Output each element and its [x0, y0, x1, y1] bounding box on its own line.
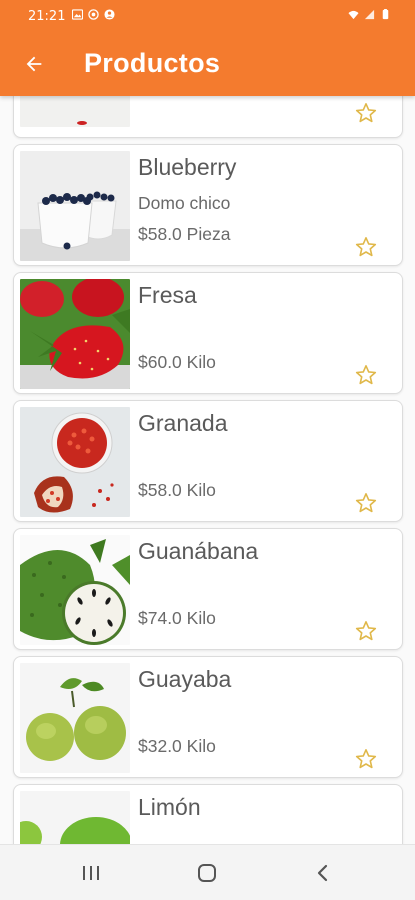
product-name: Limón [138, 794, 201, 820]
signal-icon [364, 9, 375, 20]
recents-icon [83, 866, 99, 880]
back-button[interactable] [14, 44, 54, 84]
account-notification-icon [104, 9, 115, 20]
system-navigation-bar [0, 844, 415, 900]
star-outline-icon[interactable] [354, 619, 378, 643]
product-name: Blueberry [138, 154, 237, 180]
strawberry-image [20, 279, 130, 389]
chevron-left-icon [317, 864, 328, 882]
product-price: $60.0 Kilo [138, 352, 216, 372]
product-card-partial[interactable] [13, 96, 403, 138]
product-card[interactable]: Fresa $60.0 Kilo [13, 272, 403, 394]
product-price: $58.0 Kilo [138, 480, 216, 500]
toolbar: Productos [0, 32, 415, 96]
guava-image [20, 663, 130, 773]
product-list[interactable]: Blueberry Domo chico $58.0 Pieza Fresa $… [0, 96, 415, 844]
wifi-icon [348, 10, 359, 20]
app-bar: 21:21 Productos [0, 0, 415, 96]
product-name: Fresa [138, 282, 197, 308]
product-price: $74.0 Kilo [138, 608, 216, 628]
product-name: Guanábana [138, 538, 259, 564]
notification-icons [72, 9, 115, 20]
product-card[interactable]: Limón [13, 784, 403, 844]
recents-button[interactable] [67, 857, 115, 889]
star-outline-icon[interactable] [354, 747, 378, 771]
image-notification-icon [72, 9, 83, 20]
home-button[interactable] [183, 857, 231, 889]
star-outline-icon[interactable] [354, 101, 378, 125]
home-icon [198, 864, 216, 882]
product-card[interactable]: Guanábana $74.0 Kilo [13, 528, 403, 650]
status-time: 21:21 [28, 9, 66, 24]
product-price: $58.0 Pieza [138, 224, 231, 244]
product-name: Guayaba [138, 666, 232, 692]
star-outline-icon[interactable] [354, 491, 378, 515]
product-card[interactable]: Guayaba $32.0 Kilo [13, 656, 403, 778]
star-outline-icon[interactable] [354, 363, 378, 387]
pomegranate-image [20, 407, 130, 517]
product-description: Domo chico [138, 193, 231, 213]
star-outline-icon[interactable] [354, 235, 378, 259]
product-name: Granada [138, 410, 228, 436]
product-price: $32.0 Kilo [138, 736, 216, 756]
system-status-icons [348, 9, 391, 20]
product-card[interactable]: Granada $58.0 Kilo [13, 400, 403, 522]
status-bar: 21:21 [0, 0, 415, 32]
soursop-image [20, 535, 130, 645]
battery-icon [382, 9, 389, 20]
app-notification-icon [88, 9, 99, 20]
nav-back-button[interactable] [299, 857, 347, 889]
page-title: Productos [84, 48, 221, 78]
blueberry-image [20, 151, 130, 261]
lime-image [20, 791, 130, 844]
product-card[interactable]: Blueberry Domo chico $58.0 Pieza [13, 144, 403, 266]
product-image [20, 96, 130, 127]
arrow-back-icon [26, 56, 42, 72]
